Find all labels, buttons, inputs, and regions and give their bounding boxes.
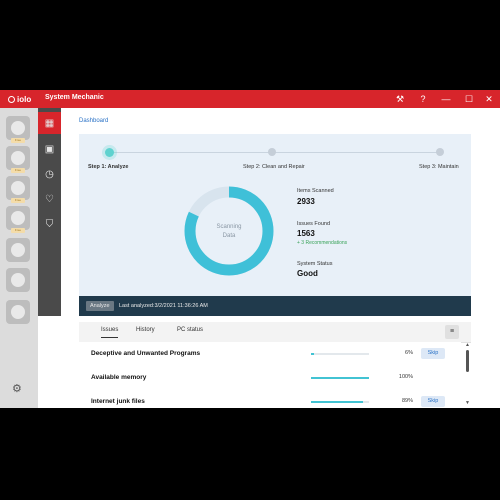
grid-icon: ▦ — [44, 117, 55, 129]
scroll-down-icon[interactable]: ▼ — [464, 400, 471, 406]
eye-slash-icon — [11, 151, 25, 165]
app-title: System Mechanic — [45, 94, 104, 101]
sliders-icon: ≡ — [449, 328, 455, 335]
rail-repair[interactable]: Free — [6, 206, 30, 233]
feature-rail: Free Free Free Free ⚙ — [0, 108, 38, 408]
tab-issues[interactable]: Issues — [101, 327, 119, 338]
nav-toolbox[interactable]: ▣ — [42, 142, 57, 157]
scroll-up-icon[interactable]: ▲ — [464, 342, 471, 348]
issue-row[interactable]: Available memory 100% — [79, 366, 461, 391]
rail-recovery[interactable] — [6, 268, 30, 292]
logo-ring-icon — [8, 95, 15, 103]
issues-scrollbar[interactable]: ▲ ▼ — [464, 342, 471, 408]
last-analyzed-text: Last analyzed:3/2/2021 11:36:26 AM — [119, 303, 208, 309]
tab-pc-status[interactable]: PC status — [177, 327, 203, 333]
skip-button[interactable]: Skip — [421, 348, 445, 359]
issue-progress-track — [311, 377, 369, 379]
tools-button[interactable]: ⚒ — [393, 92, 407, 106]
shield-icon — [11, 243, 25, 257]
nav-dashboard[interactable]: ▦ — [38, 112, 61, 134]
analyze-button[interactable]: Analyze — [86, 301, 114, 311]
analysis-status-bar: Analyze Last analyzed:3/2/2021 11:36:26 … — [79, 296, 471, 316]
rail-drive[interactable] — [6, 300, 30, 324]
scanning-label-line1: Scanning — [216, 224, 242, 230]
lifebuoy-icon — [11, 273, 25, 287]
items-scanned-value: 2933 — [297, 197, 315, 206]
items-scanned-label: Items Scanned — [297, 188, 334, 194]
logo-text: iolo — [17, 94, 32, 104]
rail-privacy[interactable]: Free — [6, 146, 30, 173]
letterbox-bottom — [0, 408, 500, 500]
step-2-dot — [268, 148, 276, 156]
skip-button[interactable]: Skip — [421, 396, 445, 407]
iolo-logo: iolo — [8, 93, 31, 105]
recommendations-link[interactable]: + 3 Recommendations — [297, 240, 347, 246]
issue-percent: 100% — [398, 374, 413, 380]
issue-progress-fill — [311, 377, 369, 379]
free-badge: Free — [11, 138, 25, 143]
system-status-label: System Status — [297, 261, 333, 267]
issue-percent: 6% — [405, 350, 413, 356]
scan-progress-ring — [184, 186, 274, 276]
step-3-dot — [436, 148, 444, 156]
clock-icon: ◷ — [45, 169, 54, 180]
rail-optimize[interactable]: Free — [6, 176, 30, 203]
rail-security[interactable] — [6, 238, 30, 262]
plus-icon — [11, 211, 25, 225]
scroll-thumb[interactable] — [466, 350, 469, 372]
step-3-label: Step 3: Maintain — [419, 164, 459, 170]
settings-button[interactable]: ⚙ — [12, 382, 22, 395]
issues-found-value: 1563 — [297, 229, 315, 238]
breadcrumb[interactable]: Dashboard — [79, 118, 108, 124]
nav-history[interactable]: ◷ — [42, 167, 57, 182]
free-badge: Free — [11, 198, 25, 203]
minimize-button[interactable]: — — [439, 92, 453, 106]
issue-progress-track — [311, 353, 369, 355]
issue-percent: 89% — [401, 398, 413, 404]
issue-name: Internet junk files — [91, 398, 145, 405]
close-icon: ✕ — [485, 94, 493, 104]
filter-button[interactable]: ≡ — [445, 325, 459, 339]
maximize-icon: ☐ — [464, 94, 474, 104]
figure-icon — [11, 181, 25, 195]
nav-protection[interactable]: ⛉ — [42, 217, 57, 232]
step-1-dot — [105, 148, 114, 157]
issue-name: Deceptive and Unwanted Programs — [91, 350, 201, 357]
briefcase-icon: ▣ — [44, 144, 55, 155]
disk-icon — [11, 305, 25, 319]
tab-history[interactable]: History — [136, 327, 155, 333]
free-badge: Free — [11, 228, 25, 233]
rail-pc-speed[interactable]: Free — [6, 116, 30, 143]
issue-progress-fill — [311, 401, 363, 403]
free-badge: Free — [11, 168, 25, 173]
maximize-button[interactable]: ☐ — [462, 92, 476, 106]
issues-tabs: Issues History PC status ≡ — [79, 322, 471, 343]
step-1-label: Step 1: Analyze — [88, 164, 129, 170]
speedometer-icon — [11, 121, 25, 135]
nav-live-boost[interactable]: ♡ — [42, 192, 57, 207]
minimize-icon: — — [441, 94, 451, 104]
title-bar: iolo System Mechanic ⚒ ? — ☐ ✕ — [0, 90, 500, 108]
nav-rail: ▦ ▣ ◷ ♡ ⛉ — [38, 108, 61, 316]
close-button[interactable]: ✕ — [482, 92, 496, 106]
help-button[interactable]: ? — [416, 92, 430, 106]
issue-progress-track — [311, 401, 369, 403]
system-status-value: Good — [297, 269, 318, 278]
help-icon: ? — [420, 94, 426, 104]
issue-name: Available memory — [91, 374, 147, 381]
shield-check-icon: ⛉ — [45, 219, 54, 230]
heartbeat-icon: ♡ — [45, 194, 54, 205]
step-2-label: Step 2: Clean and Repair — [243, 164, 305, 170]
scanning-label-line2: Data — [222, 233, 236, 239]
issues-found-label: Issues Found — [297, 221, 331, 227]
gear-icon: ⚙ — [12, 383, 22, 395]
issue-row[interactable]: Deceptive and Unwanted Programs 6% Skip — [79, 342, 461, 367]
wrench-icon: ⚒ — [395, 94, 405, 104]
issue-progress-fill — [311, 353, 315, 355]
